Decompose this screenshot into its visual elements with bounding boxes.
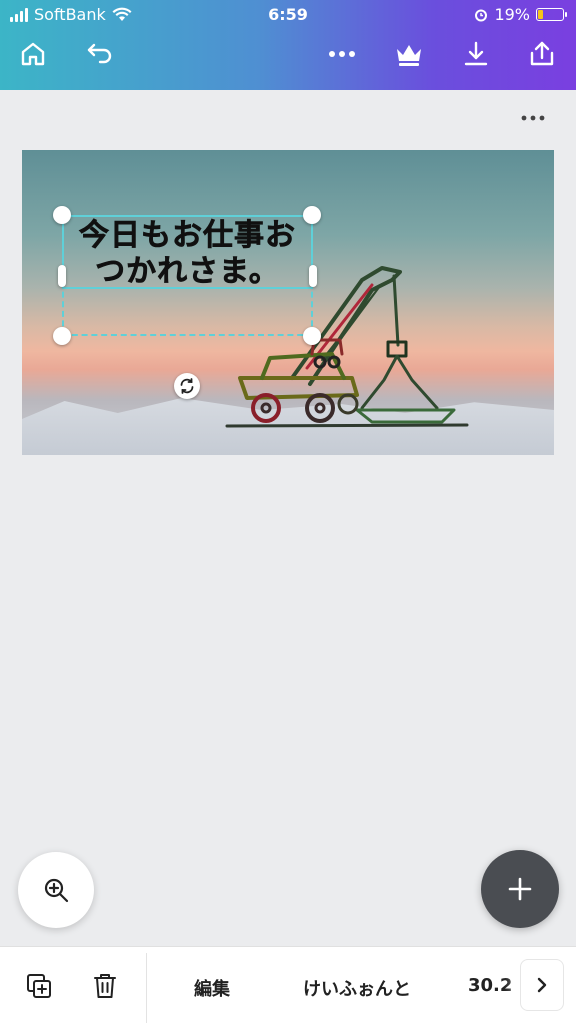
canvas-text[interactable]: 今日もお仕事お つかれさま。 xyxy=(64,218,311,290)
canvas-text-line-1: 今日もお仕事お xyxy=(79,218,296,254)
resize-handle-bottom-left[interactable] xyxy=(53,327,71,345)
battery-icon xyxy=(536,8,567,21)
battery-level xyxy=(538,10,543,19)
font-button[interactable]: けいふぉんと xyxy=(303,975,411,1001)
zoom-in-button[interactable] xyxy=(18,852,94,928)
page-options-icon[interactable] xyxy=(518,108,548,128)
design-canvas[interactable]: 今日もお仕事お つかれさま。 xyxy=(22,150,554,455)
crown-icon[interactable] xyxy=(393,38,425,70)
bottom-toolbar: 編集 けいふぉんと 30.2 p xyxy=(0,946,576,1024)
zoom-in-icon xyxy=(44,878,69,903)
trash-icon[interactable] xyxy=(88,969,122,1003)
share-icon[interactable] xyxy=(526,38,558,70)
resize-handle-right[interactable] xyxy=(309,265,317,287)
undo-icon[interactable] xyxy=(84,38,116,70)
top-toolbar: SoftBank 6:59 19% xyxy=(0,0,576,90)
edit-button[interactable]: 編集 xyxy=(194,975,230,1001)
resize-handle-top-right[interactable] xyxy=(303,206,321,224)
status-right: 19% xyxy=(474,5,567,24)
resize-handle-bottom-right[interactable] xyxy=(303,327,321,345)
home-icon[interactable] xyxy=(17,38,49,70)
resize-handle-left[interactable] xyxy=(58,265,66,287)
battery-percent: 19% xyxy=(494,5,530,24)
rotate-icon[interactable] xyxy=(174,373,200,399)
plus-icon xyxy=(508,877,532,901)
add-element-button[interactable] xyxy=(481,850,559,928)
duplicate-icon[interactable] xyxy=(22,969,56,1003)
alarm-icon xyxy=(475,9,488,21)
download-icon[interactable] xyxy=(460,38,492,70)
next-tools-button[interactable] xyxy=(520,959,564,1011)
more-horizontal-icon[interactable] xyxy=(326,38,358,70)
status-bar: SoftBank 6:59 19% xyxy=(0,0,576,30)
toolbar-divider xyxy=(146,953,147,1023)
chevron-right-icon xyxy=(537,977,547,993)
resize-handle-top-left[interactable] xyxy=(53,206,71,224)
canvas-text-line-2: つかれさま。 xyxy=(95,254,280,290)
